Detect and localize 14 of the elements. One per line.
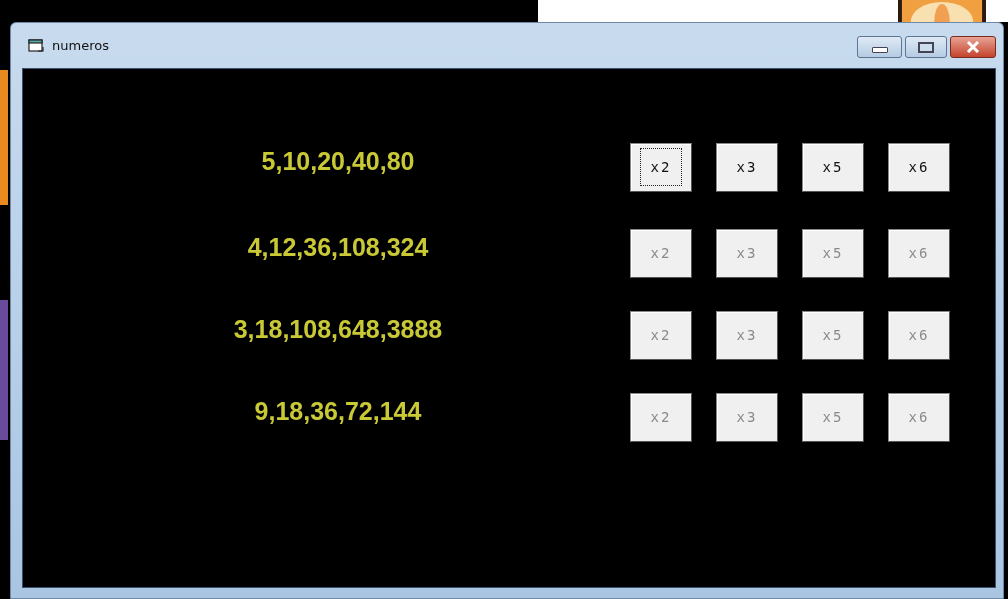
minimize-button[interactable]: [857, 36, 902, 58]
maximize-button[interactable]: [905, 36, 947, 58]
window-icon: [28, 38, 44, 53]
multiply-button[interactable]: x6: [888, 142, 950, 192]
number-sequence: 3,18,108,648,3888: [233, 314, 443, 344]
number-sequence: 5,10,20,40,80: [261, 146, 415, 176]
multiply-button[interactable]: x2: [630, 142, 692, 192]
close-icon: [966, 41, 980, 53]
multiply-button[interactable]: x3: [716, 142, 778, 192]
multiply-button[interactable]: x5: [802, 142, 864, 192]
number-sequence: 9,18,36,72,144: [254, 396, 422, 426]
window-title: numeros: [52, 38, 109, 53]
close-button[interactable]: [950, 36, 996, 58]
number-sequence: 4,12,36,108,324: [247, 232, 429, 262]
